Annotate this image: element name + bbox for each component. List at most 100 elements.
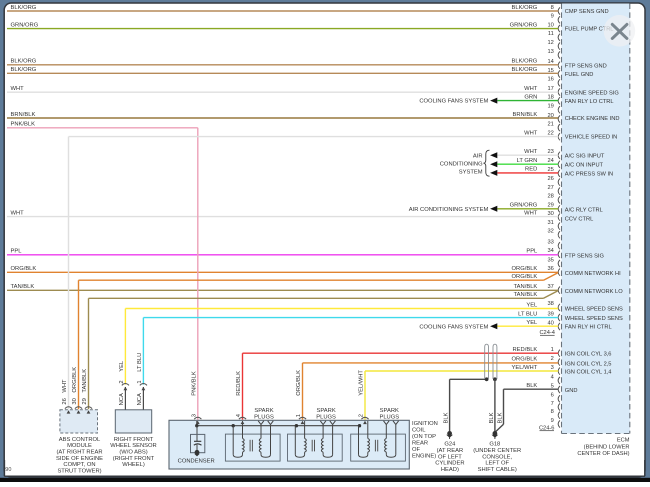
- svg-text:ORG/BLK: ORG/BLK: [11, 266, 37, 272]
- svg-text:G18: G18: [489, 442, 500, 448]
- svg-text:COOLING FANS SYSTEM: COOLING FANS SYSTEM: [419, 324, 488, 330]
- svg-text:WHT: WHT: [524, 130, 538, 136]
- svg-text:ENGINE SPEED SIG: ENGINE SPEED SIG: [565, 91, 619, 97]
- svg-text:IGNITION: IGNITION: [412, 421, 438, 427]
- svg-text:36: 36: [547, 266, 553, 272]
- svg-text:BLK/ORG: BLK/ORG: [512, 67, 538, 73]
- svg-text:VEHICLE SPEED IN: VEHICLE SPEED IN: [565, 135, 617, 141]
- svg-text:G24: G24: [444, 442, 456, 448]
- svg-text:GRN/ORG: GRN/ORG: [510, 22, 538, 28]
- svg-text:22: 22: [547, 131, 553, 137]
- svg-text:AIR CONDITIONING SYSTEM: AIR CONDITIONING SYSTEM: [409, 207, 489, 213]
- svg-text:34: 34: [547, 248, 553, 254]
- svg-text:YEL: YEL: [526, 320, 538, 326]
- svg-text:29: 29: [547, 203, 553, 209]
- svg-text:BLK: BLK: [444, 412, 450, 423]
- svg-text:FTP SENS GND: FTP SENS GND: [565, 63, 607, 69]
- svg-text:9: 9: [551, 418, 554, 424]
- svg-text:COIL: COIL: [412, 428, 426, 434]
- svg-text:SPARK: SPARK: [316, 408, 335, 414]
- svg-text:ECM: ECM: [617, 438, 630, 444]
- svg-text:FAN RLY HI CTRL: FAN RLY HI CTRL: [565, 325, 612, 331]
- svg-text:SHIFT CABLE): SHIFT CABLE): [478, 467, 517, 473]
- svg-text:30: 30: [72, 398, 78, 404]
- svg-text:WHT: WHT: [524, 210, 538, 216]
- svg-text:CENTER OF DASH): CENTER OF DASH): [577, 451, 629, 457]
- svg-text:WHEEL SPEED SENS: WHEEL SPEED SENS: [565, 316, 623, 322]
- svg-text:BLK/ORG: BLK/ORG: [11, 5, 37, 11]
- svg-text:BLK: BLK: [526, 383, 537, 389]
- svg-text:39: 39: [547, 311, 553, 317]
- svg-text:2: 2: [551, 356, 554, 362]
- svg-text:1: 1: [137, 380, 143, 383]
- svg-text:1: 1: [551, 347, 554, 353]
- svg-text:18: 18: [547, 95, 553, 101]
- svg-text:2: 2: [119, 380, 125, 383]
- svg-text:16: 16: [547, 77, 553, 83]
- svg-text:PLUGS: PLUGS: [316, 415, 336, 421]
- svg-text:WHEEL SPEED SENS: WHEEL SPEED SENS: [565, 307, 623, 313]
- svg-text:SIDE OF ENGINE: SIDE OF ENGINE: [56, 456, 103, 462]
- svg-text:OF: OF: [412, 447, 421, 453]
- svg-text:SPARK: SPARK: [254, 408, 273, 414]
- svg-text:RED: RED: [525, 167, 537, 173]
- svg-text:BRN/BLK: BRN/BLK: [11, 112, 36, 118]
- svg-text:PLUGS: PLUGS: [379, 415, 399, 421]
- svg-text:21: 21: [547, 121, 553, 127]
- svg-text:23: 23: [547, 149, 553, 155]
- svg-text:RIGHT FRONT: RIGHT FRONT: [114, 437, 154, 443]
- svg-text:WHT: WHT: [62, 379, 68, 393]
- svg-text:TAN/BLK: TAN/BLK: [514, 284, 538, 290]
- svg-text:(W/O ABS): (W/O ABS): [119, 450, 147, 456]
- svg-text:COMPT, ON: COMPT, ON: [63, 462, 95, 468]
- svg-text:MODULE: MODULE: [67, 443, 92, 449]
- svg-text:YEL/WHT: YEL/WHT: [359, 370, 365, 396]
- svg-text:CONSOLE,: CONSOLE,: [482, 454, 512, 460]
- svg-text:LEFT OF: LEFT OF: [485, 461, 509, 467]
- svg-text:29: 29: [82, 398, 88, 404]
- svg-text:38: 38: [547, 301, 553, 307]
- svg-text:35: 35: [547, 257, 553, 263]
- svg-text:13: 13: [547, 49, 553, 55]
- svg-text:GND: GND: [565, 388, 578, 394]
- svg-text:NCA: NCA: [119, 393, 125, 405]
- svg-text:PPL: PPL: [526, 249, 538, 255]
- svg-text:26: 26: [547, 176, 553, 182]
- svg-text:ORG/BLK: ORG/BLK: [72, 367, 78, 393]
- svg-text:CONDENSER: CONDENSER: [178, 459, 215, 465]
- svg-text:BRN/BLK: BRN/BLK: [512, 112, 537, 118]
- svg-text:(RIGHT FRONT: (RIGHT FRONT: [113, 456, 155, 462]
- svg-text:90: 90: [5, 467, 11, 473]
- svg-text:A/C ON INPUT: A/C ON INPUT: [565, 163, 604, 169]
- svg-text:8: 8: [551, 5, 554, 11]
- svg-text:WHT: WHT: [11, 86, 25, 92]
- svg-text:BLK/ORG: BLK/ORG: [512, 5, 538, 11]
- svg-text:REAR: REAR: [412, 441, 428, 447]
- svg-text:2: 2: [359, 414, 365, 417]
- svg-text:COMM NETWORK LO: COMM NETWORK LO: [565, 289, 623, 295]
- svg-text:WHEEL SENSOR: WHEEL SENSOR: [110, 443, 157, 449]
- svg-text:CCV CTRL: CCV CTRL: [565, 216, 593, 222]
- svg-text:(AT RIGHT REAR: (AT RIGHT REAR: [56, 450, 102, 456]
- svg-text:YEL/WHT: YEL/WHT: [512, 365, 538, 371]
- svg-text:ORG/BLK: ORG/BLK: [512, 274, 538, 280]
- svg-text:BLK/ORG: BLK/ORG: [11, 59, 37, 65]
- svg-text:PLUGS: PLUGS: [254, 415, 274, 421]
- svg-text:BLK/ORG: BLK/ORG: [512, 59, 538, 65]
- svg-text:LT BLU: LT BLU: [518, 311, 537, 317]
- svg-text:37: 37: [547, 284, 553, 290]
- svg-text:7: 7: [551, 401, 554, 407]
- svg-text:GRN: GRN: [524, 94, 537, 100]
- svg-text:(BEHIND LOWER: (BEHIND LOWER: [584, 444, 630, 450]
- svg-text:ORG/BLK: ORG/BLK: [512, 266, 538, 272]
- svg-text:12: 12: [547, 40, 553, 46]
- svg-text:11: 11: [548, 31, 554, 37]
- svg-text:ORG/BLK: ORG/BLK: [512, 357, 538, 363]
- svg-text:TAN/BLK: TAN/BLK: [82, 369, 88, 393]
- svg-text:LT GRN: LT GRN: [517, 158, 538, 164]
- svg-text:GRN/ORG: GRN/ORG: [11, 22, 39, 28]
- svg-text:A/C SIG INPUT: A/C SIG INPUT: [565, 153, 605, 159]
- svg-text:PNK/BLK: PNK/BLK: [191, 371, 197, 396]
- svg-text:8: 8: [551, 409, 554, 415]
- svg-text:31: 31: [547, 220, 553, 226]
